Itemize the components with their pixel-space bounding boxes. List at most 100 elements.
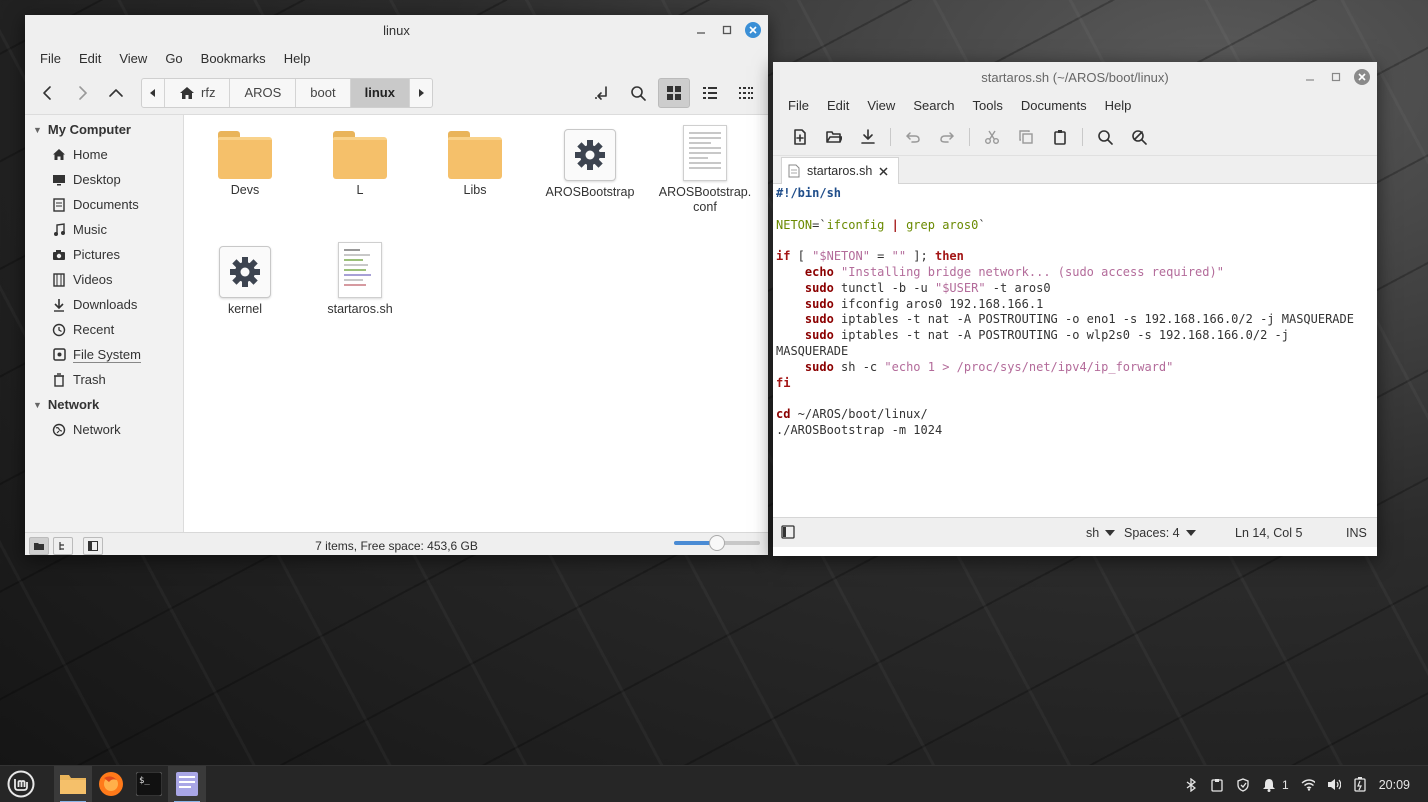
menu-search[interactable]: Search [904,98,963,113]
shield-icon[interactable] [1236,777,1250,792]
menu-documents[interactable]: Documents [1012,98,1096,113]
paste-button[interactable] [1043,122,1077,152]
sidebar-heading-my-computer[interactable]: ▼ My Computer [25,117,183,142]
code-editor[interactable]: #!/bin/sh NETON=`ifconfig | grep aros0` … [773,184,1377,517]
notifications[interactable]: 1 [1262,778,1289,792]
find-replace-button[interactable] [1122,122,1156,152]
sidebar-item-videos[interactable]: Videos [25,267,183,292]
open-button[interactable] [817,122,851,152]
tab-width-selector[interactable]: Spaces: 4 [1124,526,1196,540]
menu-help[interactable]: Help [275,51,320,66]
file-item-kernel[interactable]: kernel [190,246,300,317]
new-document-button[interactable] [783,122,817,152]
volume-icon[interactable] [1327,778,1341,792]
start-menu-button[interactable] [0,766,42,802]
show-places-button[interactable] [29,536,49,555]
sidebar-heading-network[interactable]: ▼ Network [25,392,183,417]
zoom-slider[interactable] [674,535,760,551]
save-button[interactable] [851,122,885,152]
find-button[interactable] [1088,122,1122,152]
zoom-slider-handle[interactable] [709,535,725,551]
menu-tools[interactable]: Tools [964,98,1012,113]
hide-sidebar-button[interactable] [83,536,103,555]
editor-titlebar[interactable]: startaros.sh (~/AROS/boot/linux) [773,62,1377,92]
breadcrumb-boot[interactable]: boot [296,78,351,107]
file-item-l[interactable]: L [305,131,415,198]
menu-view[interactable]: View [110,51,156,66]
sidebar-item-network[interactable]: Network [25,417,183,442]
up-button[interactable] [99,78,133,108]
breadcrumb-left-arrow[interactable] [142,78,165,107]
download-icon [52,298,66,312]
menu-bookmarks[interactable]: Bookmarks [192,51,275,66]
status-text: 7 items, Free space: 453,6 GB [315,538,478,553]
folder-icon [448,131,502,179]
menu-edit[interactable]: Edit [70,51,110,66]
film-icon [52,272,66,287]
sidebar-item-home[interactable]: Home [25,142,183,167]
cut-button[interactable] [975,122,1009,152]
bluetooth-icon[interactable] [1184,777,1198,792]
copy-button[interactable] [1009,122,1043,152]
file-item-arosbootstrap[interactable]: AROSBootstrap [535,129,645,200]
sidebar-item-desktop[interactable]: Desktop [25,167,183,192]
desktop-icon [52,173,66,187]
close-button[interactable] [1353,68,1371,86]
taskbar-terminal[interactable]: $_ [130,766,168,802]
sidebar-item-music[interactable]: Music [25,217,183,242]
file-manager-titlebar[interactable]: linux [25,15,768,45]
sidebar-item-documents[interactable]: Documents [25,192,183,217]
taskbar-text-editor[interactable] [168,765,206,802]
breadcrumb-rfz[interactable]: rfz [165,78,231,107]
file-item-startaros-sh[interactable]: startaros.sh [305,242,415,317]
icon-view-button[interactable] [658,78,690,108]
compact-view-button[interactable] [730,78,762,108]
maximize-button[interactable] [1327,68,1345,86]
toggle-location-button[interactable] [586,78,618,108]
clock[interactable]: 20:09 [1379,778,1410,792]
sidebar-item-pictures[interactable]: Pictures [25,242,183,267]
breadcrumb-aros[interactable]: AROS [230,78,297,107]
menu-edit[interactable]: Edit [818,98,858,113]
document-tab[interactable]: startaros.sh [781,157,900,184]
sidebar-item-downloads[interactable]: Downloads [25,292,183,317]
minimize-button[interactable] [692,21,710,39]
redo-button[interactable] [930,122,964,152]
menu-view[interactable]: View [858,98,904,113]
menu-help[interactable]: Help [1096,98,1141,113]
sidebar-item-recent[interactable]: Recent [25,317,183,342]
home-icon [180,86,194,99]
file-item-libs[interactable]: Libs [420,131,530,198]
file-view[interactable]: Devs L Libs AROSBootstrap AROSBootstrap.… [184,115,768,532]
wifi-icon[interactable] [1301,778,1315,792]
show-treeview-button[interactable] [53,536,73,555]
menu-file[interactable]: File [779,98,818,113]
search-button[interactable] [622,78,654,108]
undo-button[interactable] [896,122,930,152]
side-panel-toggle-button[interactable] [781,525,795,539]
taskbar-firefox[interactable] [92,766,130,802]
taskbar-file-manager[interactable] [54,765,92,802]
clipboard-icon[interactable] [1210,778,1224,792]
minimize-button[interactable] [1301,68,1319,86]
file-item-devs[interactable]: Devs [190,131,300,198]
undo-icon [905,131,920,143]
folder-icon [60,775,86,794]
insert-mode[interactable]: INS [1346,526,1367,540]
forward-button[interactable] [65,78,99,108]
tab-close-button[interactable] [879,166,888,176]
back-button[interactable] [31,78,65,108]
menu-go[interactable]: Go [156,51,191,66]
breadcrumb-right-arrow[interactable] [410,79,432,107]
sidebar-item-trash[interactable]: Trash [25,367,183,392]
sidebar-item-file-system[interactable]: File System [25,342,183,367]
battery-icon[interactable] [1353,777,1367,792]
language-selector[interactable]: sh [1086,526,1116,540]
close-button[interactable] [744,21,762,39]
maximize-button[interactable] [718,21,736,39]
menu-file[interactable]: File [31,51,70,66]
breadcrumb-linux[interactable]: linux [350,78,410,107]
list-view-button[interactable] [694,78,726,108]
file-item-arosbootstrap-conf[interactable]: AROSBootstrap. conf [650,125,760,215]
editor-toolbar [773,118,1377,156]
